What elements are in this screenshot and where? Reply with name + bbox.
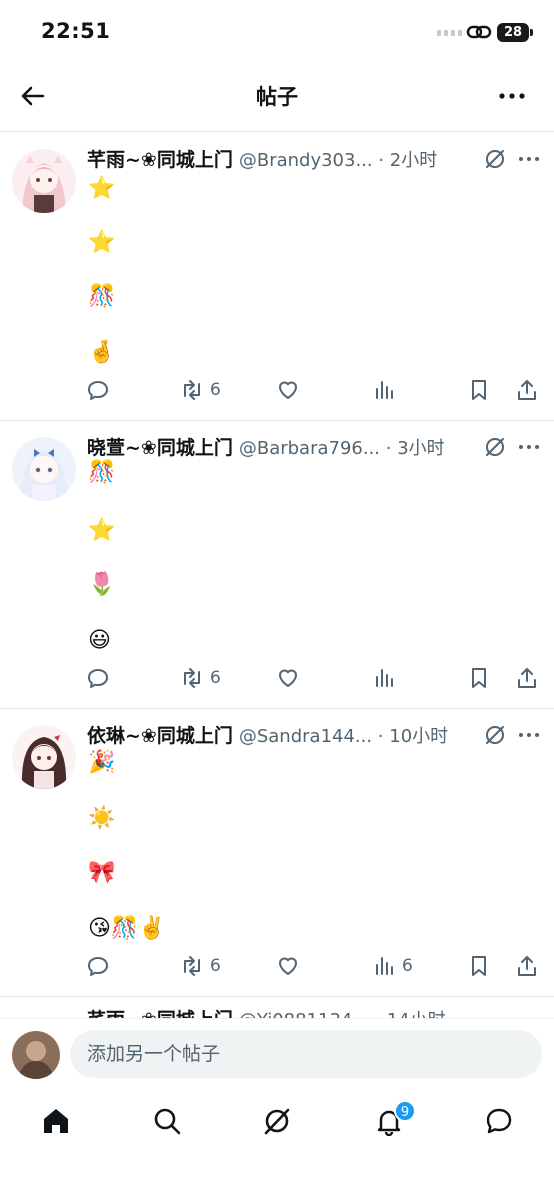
post-actions: 6 <box>86 375 544 405</box>
post-line: 🎀 <box>88 860 116 885</box>
post-item[interactable]: 晓萱~❀同城上门 @Barbara796... · 3小时 🎊 ⭐ 🌷 😃 6 <box>0 421 554 709</box>
share-button[interactable] <box>515 663 539 693</box>
home-icon[interactable] <box>41 1106 71 1136</box>
bookmark-button[interactable] <box>467 663 491 693</box>
like-button[interactable] <box>276 375 300 405</box>
post-more-icon[interactable] <box>518 723 540 747</box>
post-line: 🎊 <box>88 284 116 309</box>
reply-button[interactable] <box>86 375 110 405</box>
messages-icon[interactable] <box>484 1106 514 1136</box>
author-handle: @Sandra144... · 10小时 <box>238 726 449 747</box>
post-line: 🤞 <box>88 340 116 365</box>
grok-icon[interactable] <box>262 1106 292 1136</box>
post-line: ☀️ <box>88 806 116 831</box>
retweet-icon <box>184 668 200 688</box>
reply-button[interactable] <box>86 951 110 981</box>
share-button[interactable] <box>515 951 539 981</box>
post-line: 🎊 <box>88 460 116 485</box>
post-line: ⭐ <box>88 518 116 543</box>
retweet-count: 6 <box>210 668 221 688</box>
reply-composer: 添加另一个帖子 <box>0 1018 554 1092</box>
reply-input[interactable]: 添加另一个帖子 <box>70 1030 542 1078</box>
retweet-icon <box>184 380 200 400</box>
author-handle: @Barbara796... · 3小时 <box>238 438 445 459</box>
author-handle: @Yi0881134... · 14小时 <box>239 1006 446 1018</box>
post-item[interactable]: 芊雨~❀同城上门 @Yi0881134... · 14小时 <box>0 997 554 1018</box>
author-name[interactable]: 芊雨~❀同城上门 <box>87 145 233 172</box>
post-line: 🌷 <box>88 572 116 597</box>
views-icon <box>376 381 393 399</box>
status-time: 22:51 <box>41 19 111 43</box>
grok-icon[interactable] <box>483 723 507 747</box>
signal-icon <box>437 30 462 36</box>
author-name[interactable]: 依琳~❀同城上门 <box>87 721 233 748</box>
views-icon <box>376 957 393 975</box>
user-avatar[interactable] <box>12 1031 60 1079</box>
author-name[interactable]: 晓萱~❀同城上门 <box>87 433 233 460</box>
bottom-nav: 9 <box>0 1092 554 1199</box>
retweet-icon <box>184 956 200 976</box>
like-button[interactable] <box>276 951 300 981</box>
like-button[interactable] <box>276 663 300 693</box>
share-button[interactable] <box>515 375 539 405</box>
post-line: 🎉 <box>88 750 116 775</box>
bookmark-icon <box>472 380 486 400</box>
battery-cap <box>530 29 533 36</box>
avatar[interactable] <box>12 725 76 789</box>
retweet-count: 6 <box>210 380 221 400</box>
views-button[interactable] <box>372 663 402 693</box>
post-header: 晓萱~❀同城上门 @Barbara796... · 3小时 <box>87 433 487 461</box>
views-button[interactable]: 6 <box>372 951 413 981</box>
retweet-button[interactable]: 6 <box>180 663 221 693</box>
post-item[interactable]: 依琳~❀同城上门 @Sandra144... · 10小时 🎉 ☀️ 🎀 😘🎊✌… <box>0 709 554 997</box>
heart-icon <box>279 957 297 975</box>
top-header: 帖子 <box>0 64 554 132</box>
post-header: 芊雨~❀同城上门 @Yi0881134... · 14小时 <box>87 1005 487 1018</box>
post-actions: 6 <box>86 663 544 693</box>
retweet-button[interactable]: 6 <box>180 951 221 981</box>
author-name[interactable]: 芊雨~❀同城上门 <box>87 1005 233 1018</box>
post-line: 😃 <box>88 628 111 653</box>
notification-badge: 9 <box>394 1100 416 1122</box>
grok-icon[interactable] <box>483 147 507 171</box>
avatar[interactable] <box>12 149 76 213</box>
grok-icon[interactable] <box>483 435 507 459</box>
share-icon <box>518 668 536 688</box>
reply-button[interactable] <box>86 663 110 693</box>
bookmark-icon <box>472 956 486 976</box>
post-item[interactable]: 芊雨~❀同城上门 @Brandy303... · 2小时 ⭐ ⭐ 🎊 🤞 6 <box>0 133 554 421</box>
views-button[interactable] <box>372 375 402 405</box>
link-icon <box>466 25 492 39</box>
post-more-icon[interactable] <box>518 435 540 459</box>
avatar[interactable] <box>12 437 76 501</box>
views-count: 6 <box>402 956 413 976</box>
reply-icon <box>88 957 108 976</box>
post-header: 依琳~❀同城上门 @Sandra144... · 10小时 <box>87 721 487 749</box>
retweet-button[interactable]: 6 <box>180 375 221 405</box>
post-header: 芊雨~❀同城上门 @Brandy303... · 2小时 <box>87 145 487 173</box>
page-title: 帖子 <box>256 85 298 109</box>
reply-icon <box>88 381 108 400</box>
heart-icon <box>279 381 297 399</box>
retweet-count: 6 <box>210 956 221 976</box>
bookmark-button[interactable] <box>467 375 491 405</box>
heart-icon <box>279 669 297 687</box>
battery-icon: 28 <box>497 23 529 42</box>
share-icon <box>518 956 536 976</box>
post-actions: 6 6 <box>86 951 544 981</box>
reply-icon <box>88 669 108 688</box>
search-icon[interactable] <box>152 1106 182 1136</box>
post-line: 😘🎊✌️ <box>88 916 166 941</box>
post-more-icon[interactable] <box>518 147 540 171</box>
post-line: ⭐ <box>88 176 116 201</box>
author-handle: @Brandy303... · 2小时 <box>238 150 438 171</box>
status-bar: 22:51 28 <box>0 0 554 64</box>
bookmark-icon <box>472 668 486 688</box>
post-line: ⭐ <box>88 230 116 255</box>
more-options-icon[interactable] <box>496 80 528 112</box>
views-icon <box>376 669 393 687</box>
share-icon <box>518 380 536 400</box>
bookmark-button[interactable] <box>467 951 491 981</box>
